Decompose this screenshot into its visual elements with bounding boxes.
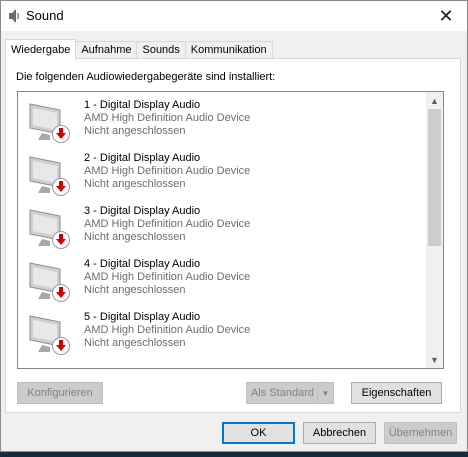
close-button[interactable]: ✕: [431, 4, 461, 28]
device-driver: AMD High Definition Audio Device: [84, 112, 251, 124]
sound-dialog: Sound ✕ Wiedergabe Aufnahme Sounds Kommu…: [0, 0, 468, 452]
list-item[interactable]: 4 - Digital Display Audio AMD High Defin…: [22, 255, 426, 308]
device-driver: AMD High Definition Audio Device: [84, 324, 251, 336]
device-status: Nicht angeschlossen: [84, 337, 186, 349]
title-bar: Sound ✕: [1, 1, 467, 31]
monitor-speaker-icon: [29, 156, 70, 196]
device-name: 5 - Digital Display Audio: [84, 311, 201, 323]
tab-sounds[interactable]: Sounds: [136, 41, 186, 59]
monitor-speaker-icon: [29, 315, 70, 355]
device-list[interactable]: 1 - Digital Display Audio AMD High Defin…: [17, 91, 444, 369]
list-item[interactable]: 5 - Digital Display Audio AMD High Defin…: [22, 308, 426, 361]
device-name: 4 - Digital Display Audio: [84, 258, 201, 270]
device-name: 2 - Digital Display Audio: [84, 152, 201, 164]
device-driver: AMD High Definition Audio Device: [84, 271, 251, 283]
tab-aufnahme[interactable]: Aufnahme: [75, 41, 138, 59]
window-title: Sound: [26, 8, 64, 23]
taskbar-strip: [0, 452, 468, 457]
configure-button[interactable]: Konfigurieren: [17, 382, 103, 404]
set-default-label: Als Standard: [251, 387, 314, 399]
monitor-speaker-icon: [29, 209, 70, 249]
list-item[interactable]: 3 - Digital Display Audio AMD High Defin…: [22, 202, 426, 255]
device-status: Nicht angeschlossen: [84, 284, 186, 296]
monitor-speaker-icon: [29, 262, 70, 302]
device-status: Nicht angeschlossen: [84, 125, 186, 137]
set-default-button[interactable]: Als Standard ▼: [246, 382, 334, 404]
chevron-up-icon[interactable]: ▲: [426, 92, 443, 109]
chevron-down-icon[interactable]: ▼: [426, 351, 443, 368]
apply-button[interactable]: Übernehmen: [384, 422, 457, 444]
tab-strip: Wiedergabe Aufnahme Sounds Kommunikation: [5, 38, 273, 60]
close-icon: ✕: [438, 5, 454, 26]
vertical-scrollbar[interactable]: ▲ ▼: [426, 92, 443, 368]
monitor-speaker-icon: [29, 103, 70, 143]
scrollbar-thumb[interactable]: [428, 109, 441, 246]
tab-wiedergabe[interactable]: Wiedergabe: [5, 39, 77, 60]
panel-heading: Die folgenden Audiowiedergabegeräte sind…: [16, 71, 276, 83]
device-status: Nicht angeschlossen: [84, 178, 186, 190]
list-item[interactable]: 1 - Digital Display Audio AMD High Defin…: [22, 96, 426, 149]
device-name: 3 - Digital Display Audio: [84, 205, 201, 217]
speaker-icon: [9, 9, 20, 23]
tab-kommunikation[interactable]: Kommunikation: [184, 41, 273, 59]
list-item[interactable]: 2 - Digital Display Audio AMD High Defin…: [22, 149, 426, 202]
properties-button[interactable]: Eigenschaften: [351, 382, 442, 404]
chevron-down-icon[interactable]: ▼: [317, 383, 333, 403]
playback-panel: Die folgenden Audiowiedergabegeräte sind…: [5, 58, 461, 413]
device-driver: AMD High Definition Audio Device: [84, 218, 251, 230]
ok-button[interactable]: OK: [222, 422, 295, 444]
device-name: 1 - Digital Display Audio: [84, 99, 201, 111]
device-driver: AMD High Definition Audio Device: [84, 165, 251, 177]
cancel-button[interactable]: Abbrechen: [303, 422, 376, 444]
device-status: Nicht angeschlossen: [84, 231, 186, 243]
